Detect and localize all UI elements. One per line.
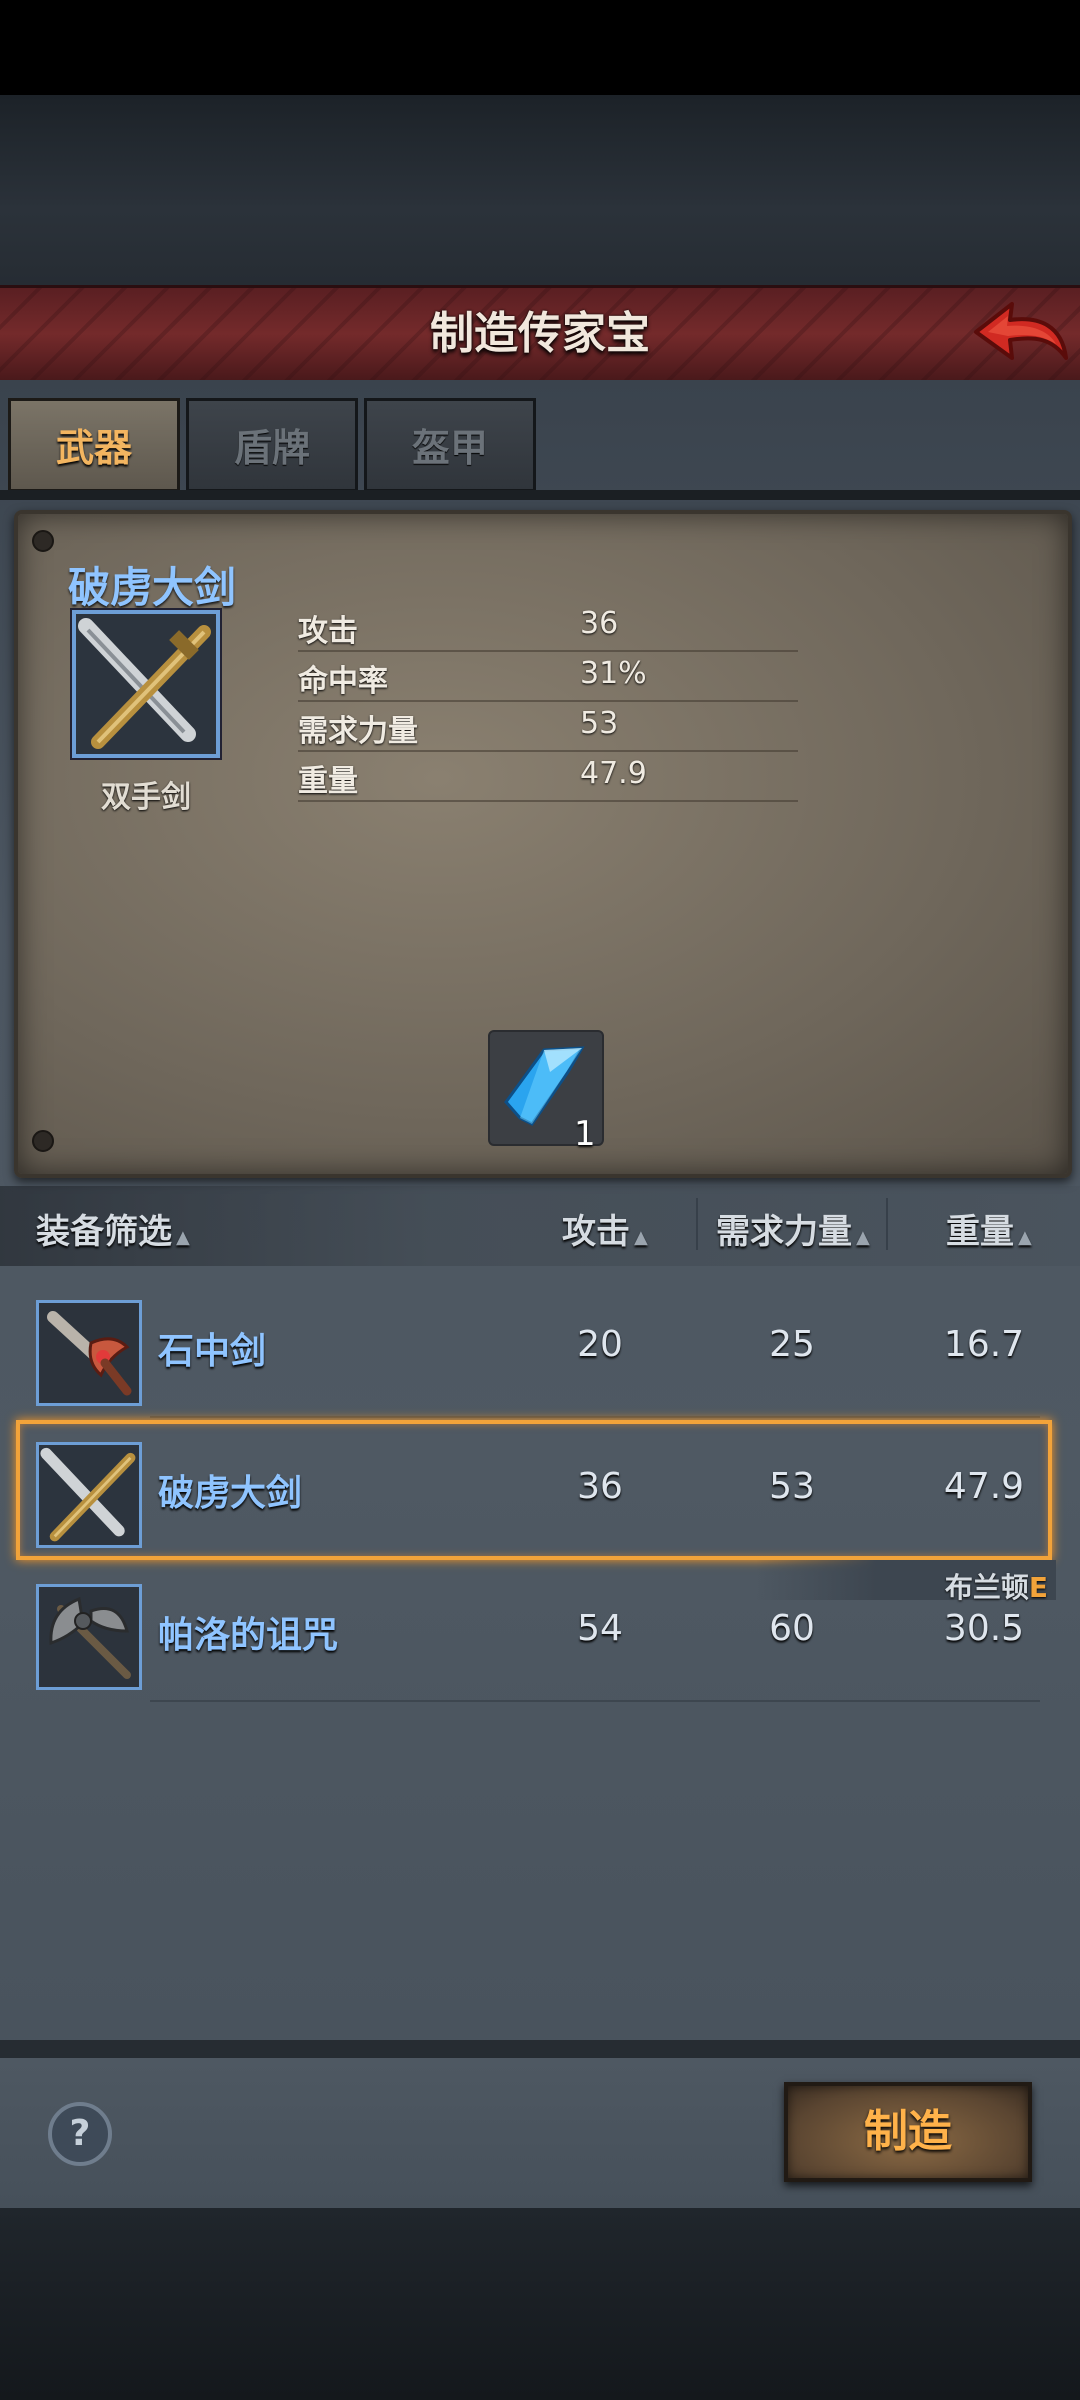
battle-axe-icon	[39, 1587, 139, 1687]
tab-divider	[0, 490, 1080, 500]
weight-header[interactable]: 重量 ▲	[946, 1204, 1032, 1253]
stat-label: 命中率	[298, 664, 388, 699]
sort-up-icon: ▲	[856, 1227, 870, 1248]
list-item[interactable]: 帕洛的诅咒 54 60 30.5	[0, 1562, 1080, 1702]
stat-row-strength: 需求力量 53	[298, 700, 798, 752]
sort-up-icon: ▲	[1018, 1227, 1032, 1248]
material-count: 1	[574, 1114, 596, 1154]
attack-value: 54	[577, 1608, 623, 1649]
stat-label: 需求力量	[298, 714, 418, 749]
attack-value: 20	[577, 1324, 623, 1365]
ornate-sword-icon	[39, 1303, 139, 1403]
stat-value: 36	[580, 606, 619, 641]
craft-button[interactable]: 制造	[784, 2082, 1032, 2182]
stat-value: 31%	[580, 656, 647, 691]
status-bar-area	[0, 0, 1080, 95]
item-name: 破虏大剑	[68, 563, 237, 612]
item-detail-card: 破虏大剑 双手剑 攻击 36 命中率 31% 需求力量 53 重量 47.9 1	[14, 510, 1072, 1178]
strength-value: 25	[769, 1324, 815, 1365]
item-icon	[36, 1300, 142, 1406]
stat-label: 重量	[298, 764, 358, 799]
item-name: 帕洛的诅咒	[158, 1615, 339, 1656]
stat-row-weight: 重量 47.9	[298, 750, 798, 802]
bottom-backdrop	[0, 2208, 1080, 2400]
strength-label: 需求力量	[716, 1212, 852, 1252]
row-divider	[150, 1700, 1040, 1702]
stat-label: 攻击	[298, 614, 358, 649]
list-header: 装备筛选 ▲ 攻击 ▲ 需求力量 ▲ 重量 ▲	[0, 1186, 1080, 1266]
tab-weapons[interactable]: 武器	[8, 398, 180, 492]
stat-value: 53	[580, 706, 619, 741]
selection-highlight	[16, 1420, 1052, 1560]
back-button[interactable]	[970, 296, 1070, 372]
sort-up-icon: ▲	[176, 1227, 190, 1248]
row-divider	[150, 1416, 1040, 1418]
weight-value: 16.7	[943, 1324, 1025, 1365]
item-icon	[72, 610, 220, 758]
sort-up-icon: ▲	[634, 1227, 648, 1248]
item-name: 石中剑	[158, 1331, 267, 1372]
top-backdrop	[0, 95, 1080, 285]
page-title: 制造传家宝	[430, 308, 650, 359]
title-banner: 制造传家宝	[0, 285, 1080, 384]
list-item[interactable]: 石中剑 20 25 16.7	[0, 1278, 1080, 1418]
strength-value: 60	[769, 1608, 815, 1649]
filter-label: 装备筛选	[36, 1212, 172, 1252]
greatsword-icon	[76, 614, 216, 754]
weight-label: 重量	[946, 1212, 1014, 1252]
tab-shields[interactable]: 盾牌	[186, 398, 358, 492]
weight-value: 30.5	[943, 1608, 1025, 1649]
filter-header[interactable]: 装备筛选 ▲	[36, 1204, 190, 1253]
back-arrow-icon	[974, 302, 1068, 360]
stat-row-accuracy: 命中率 31%	[298, 650, 798, 702]
header-divider	[696, 1198, 698, 1250]
stat-value: 47.9	[580, 756, 647, 791]
attack-label: 攻击	[562, 1212, 630, 1252]
bottom-divider	[0, 2040, 1080, 2058]
stat-row-attack: 攻击 36	[298, 600, 798, 652]
help-button[interactable]: ?	[48, 2102, 112, 2166]
tab-armor[interactable]: 盔甲	[364, 398, 536, 492]
attack-header[interactable]: 攻击 ▲	[562, 1204, 648, 1253]
item-icon	[36, 1584, 142, 1690]
header-divider	[886, 1198, 888, 1250]
nail-icon	[32, 530, 54, 552]
strength-header[interactable]: 需求力量 ▲	[716, 1204, 870, 1253]
item-type: 双手剑	[101, 780, 191, 815]
nail-icon	[32, 1130, 54, 1152]
